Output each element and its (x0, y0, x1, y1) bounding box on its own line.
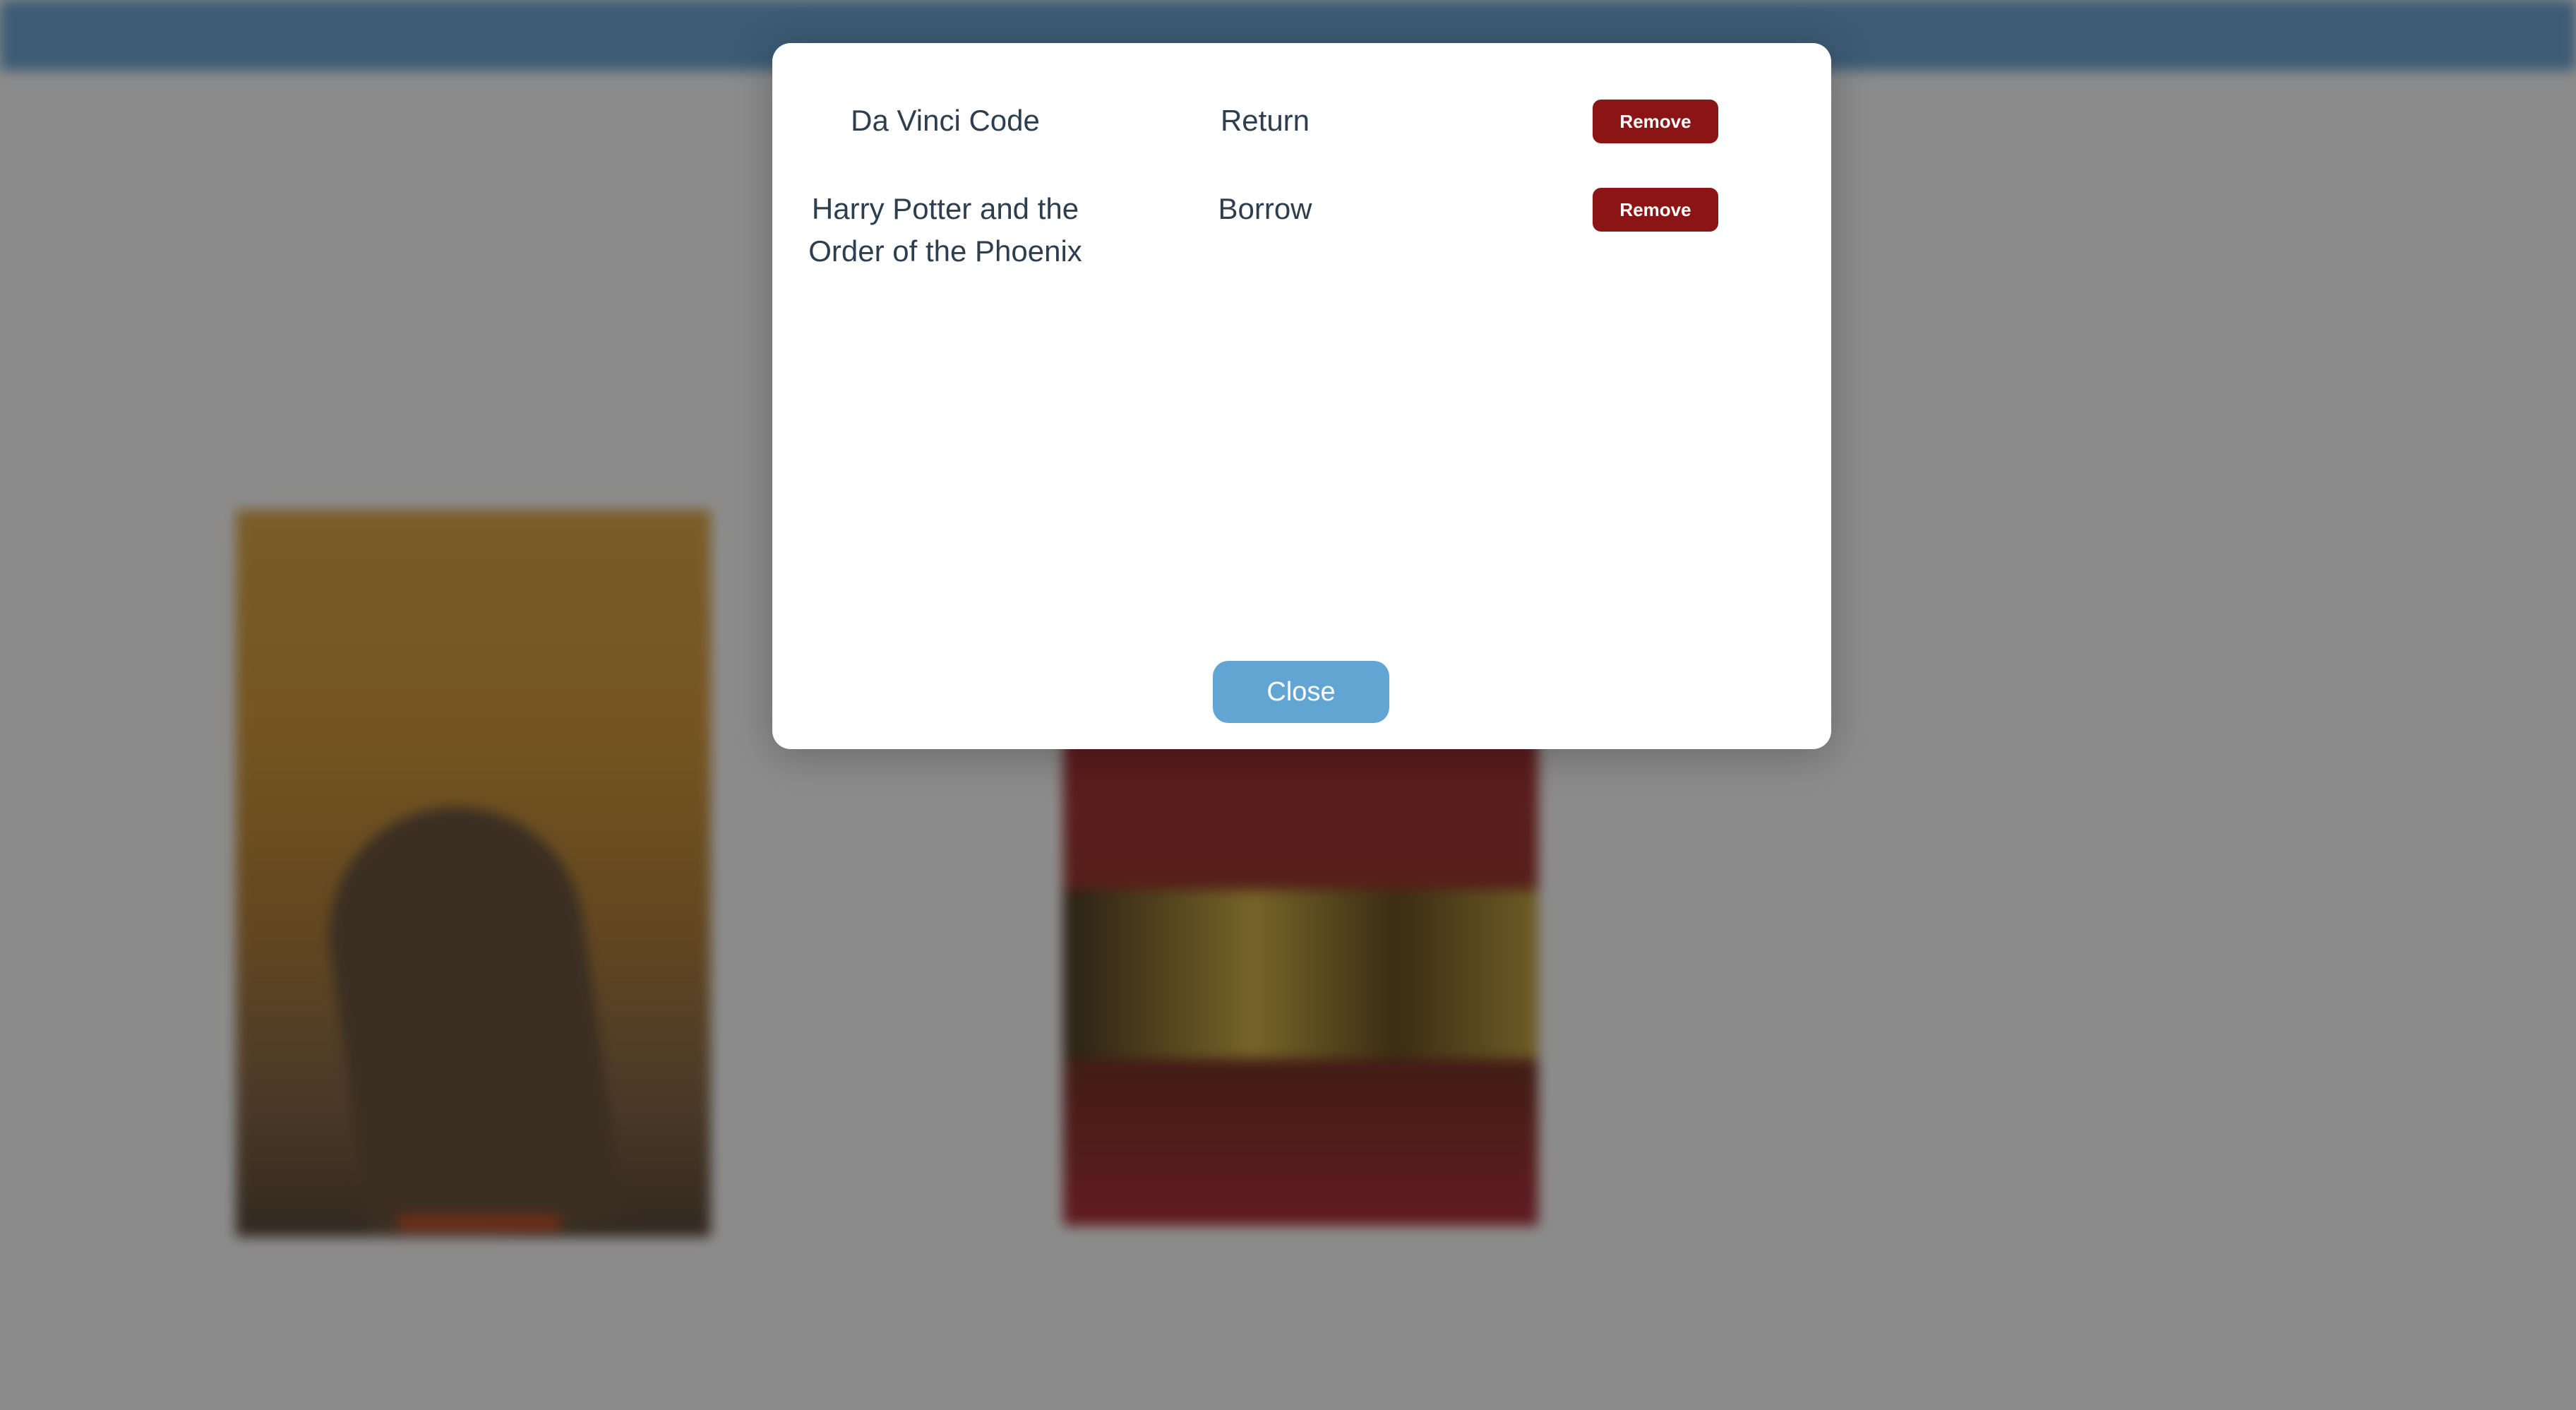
cart-modal: Da Vinci Code Return Remove Harry Potter… (772, 43, 1831, 749)
remove-button[interactable]: Remove (1593, 100, 1718, 143)
cart-item-title: Da Vinci Code (851, 104, 1040, 137)
cart-item-row: Harry Potter and the Order of the Phoeni… (772, 188, 1831, 273)
cart-item-row: Da Vinci Code Return Remove (772, 85, 1831, 170)
cart-item-title: Harry Potter and the Order of the Phoeni… (808, 192, 1082, 268)
close-button[interactable]: Close (1213, 661, 1389, 723)
remove-button[interactable]: Remove (1593, 188, 1718, 232)
cart-item-action: Return (1220, 104, 1310, 137)
cart-item-action: Borrow (1218, 192, 1312, 225)
